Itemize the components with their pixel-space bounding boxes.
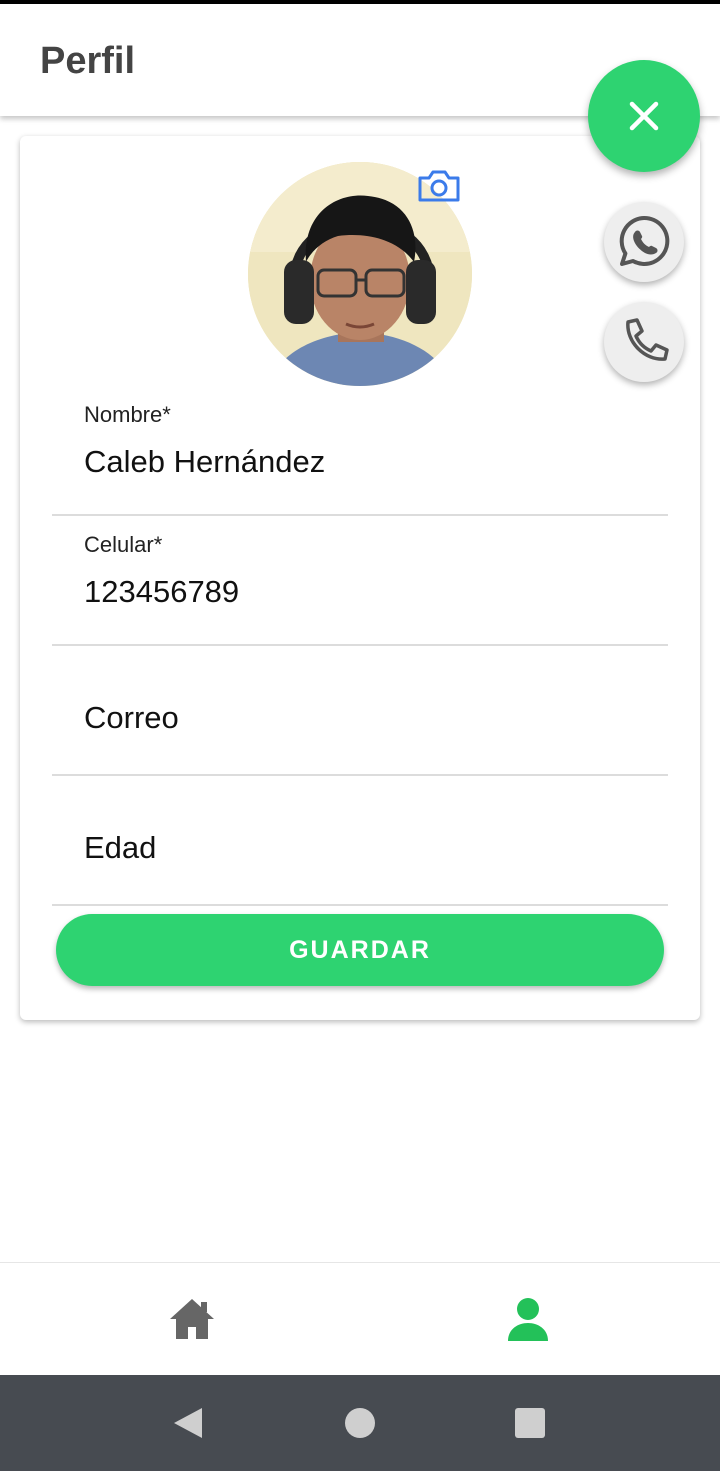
camera-icon bbox=[418, 170, 460, 202]
name-field-label: Nombre* bbox=[84, 402, 171, 427]
phone-field-value[interactable]: 123456789 bbox=[84, 574, 644, 610]
home-circle-icon[interactable] bbox=[344, 1407, 376, 1439]
home-icon bbox=[170, 1299, 214, 1339]
name-field-value[interactable]: Caleb Hernández bbox=[84, 444, 644, 480]
nav-home[interactable] bbox=[166, 1293, 218, 1345]
profile-card: Nombre* Caleb Hernández Celular* 1234567… bbox=[20, 136, 700, 1020]
whatsapp-icon bbox=[619, 215, 670, 266]
nav-profile[interactable] bbox=[502, 1293, 554, 1345]
phone-icon bbox=[626, 318, 669, 361]
call-button[interactable] bbox=[604, 302, 684, 382]
name-field[interactable]: Nombre* Caleb Hernández bbox=[52, 386, 668, 516]
email-input[interactable] bbox=[84, 700, 644, 736]
whatsapp-button[interactable] bbox=[604, 202, 684, 282]
age-input[interactable] bbox=[84, 830, 644, 866]
close-icon bbox=[629, 101, 659, 131]
phone-field[interactable]: Celular* 123456789 bbox=[52, 516, 668, 646]
page-title: Perfil bbox=[40, 40, 136, 82]
back-icon[interactable] bbox=[172, 1406, 204, 1440]
age-field[interactable] bbox=[52, 776, 668, 906]
person-icon bbox=[508, 1298, 548, 1341]
fab-close-button[interactable] bbox=[588, 60, 700, 172]
change-photo-button[interactable] bbox=[416, 166, 462, 206]
phone-field-label: Celular* bbox=[84, 532, 163, 557]
recents-icon[interactable] bbox=[514, 1407, 546, 1439]
save-button[interactable]: GUARDAR bbox=[56, 914, 664, 986]
bottom-navigation bbox=[0, 1262, 720, 1375]
email-field[interactable] bbox=[52, 646, 668, 776]
system-navigation-bar bbox=[0, 1375, 720, 1471]
